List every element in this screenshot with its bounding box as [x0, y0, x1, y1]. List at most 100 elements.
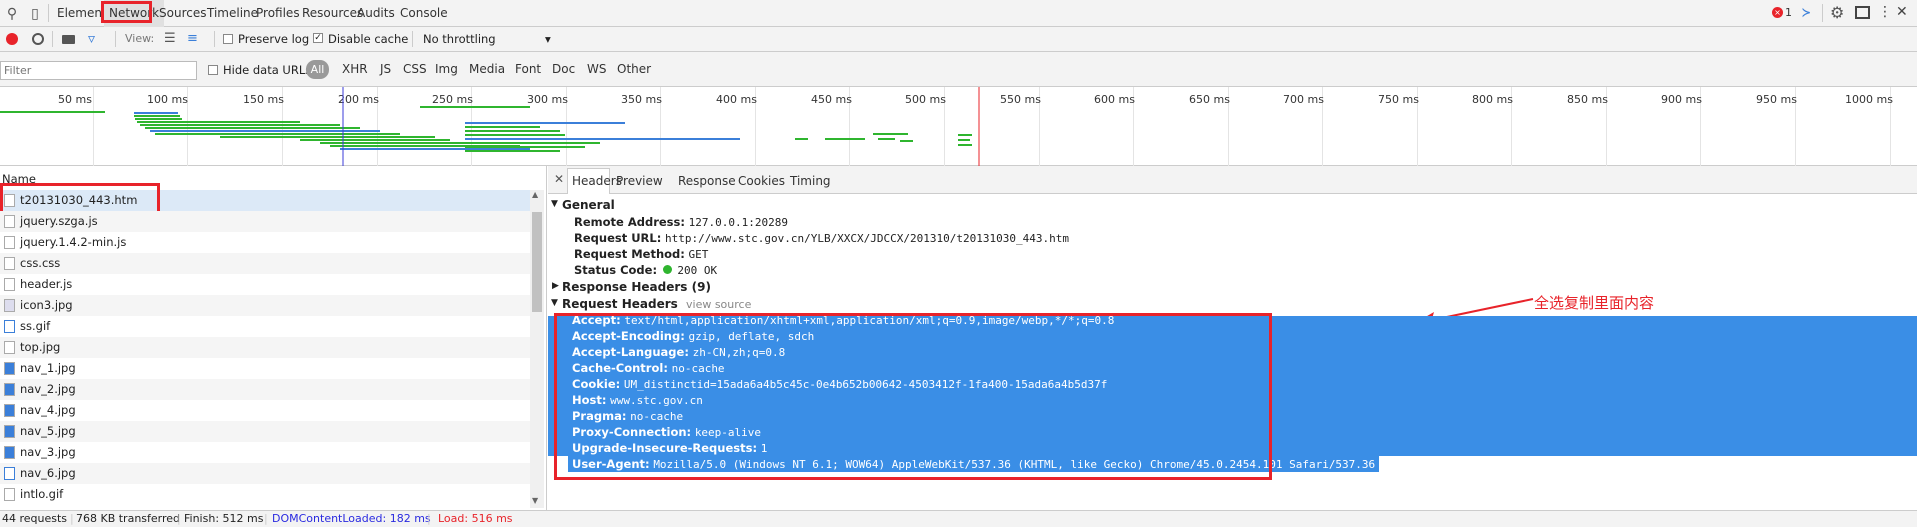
- inspect-search-icon[interactable]: ⚲: [3, 5, 21, 23]
- request-row[interactable]: nav_6.jpg: [0, 463, 530, 484]
- request-row[interactable]: nav_4.jpg: [0, 400, 530, 421]
- large-rows-icon[interactable]: ☰: [164, 31, 176, 46]
- more-menu-icon[interactable]: ⋮: [1878, 4, 1892, 20]
- request-list: Name t20131030_443.htm jquery.szga.js jq…: [0, 166, 547, 511]
- close-devtools-icon[interactable]: ✕: [1896, 4, 1908, 20]
- error-count: 1: [1785, 6, 1792, 19]
- tab-headers[interactable]: Headers: [572, 174, 622, 188]
- divider: [412, 31, 413, 47]
- request-row[interactable]: nav_5.jpg: [0, 421, 530, 442]
- settings-gear-icon[interactable]: ⚙: [1830, 3, 1844, 22]
- filter-type-xhr[interactable]: XHR: [342, 62, 368, 76]
- header-key: Request URL:: [574, 231, 662, 245]
- console-drawer-icon[interactable]: ≻: [1802, 5, 1810, 21]
- response-headers-title[interactable]: Response Headers (9): [562, 280, 711, 294]
- filter-type-other[interactable]: Other: [617, 62, 651, 76]
- filter-bar: Hide data URLs All XHR JS CSS Img Media …: [0, 52, 1917, 87]
- request-name: nav_6.jpg: [20, 466, 76, 480]
- tab-cookies[interactable]: Cookies: [738, 174, 785, 188]
- request-row[interactable]: jquery.szga.js: [0, 211, 530, 232]
- filter-funnel-icon[interactable]: ▿: [88, 31, 95, 47]
- filter-type-js[interactable]: JS: [380, 62, 391, 76]
- view-source-link[interactable]: view source: [686, 298, 751, 311]
- expand-general-icon[interactable]: ▼: [551, 199, 558, 209]
- request-row[interactable]: header.js: [0, 274, 530, 295]
- overview-waterfall-icon[interactable]: ≡: [187, 31, 198, 46]
- capture-screenshots-icon[interactable]: [62, 35, 75, 44]
- tab-response[interactable]: Response: [678, 174, 736, 188]
- general-row: Request URL: http://www.stc.gov.cn/YLB/X…: [574, 231, 1069, 245]
- expand-response-headers-icon[interactable]: ▶: [552, 281, 559, 291]
- device-mode-icon[interactable]: ▯: [26, 5, 44, 23]
- request-headers-title[interactable]: Request Headers: [562, 297, 678, 311]
- view-label: View:: [125, 32, 155, 45]
- expand-request-headers-icon[interactable]: ▼: [551, 298, 558, 308]
- filter-type-img[interactable]: Img: [435, 62, 458, 76]
- disable-cache-checkbox[interactable]: ✓: [313, 33, 323, 43]
- throttling-value: No throttling: [423, 32, 496, 46]
- hide-data-urls-checkbox[interactable]: [208, 64, 218, 78]
- header-key: Request Method:: [574, 247, 685, 261]
- scrollbar-thumb[interactable]: [532, 212, 542, 312]
- general-row: Remote Address: 127.0.0.1:20289: [574, 215, 788, 229]
- request-name: ss.gif: [20, 319, 51, 333]
- scroll-down-icon[interactable]: ▼: [532, 496, 538, 505]
- general-section-title[interactable]: General: [562, 198, 615, 212]
- filter-input[interactable]: [0, 61, 197, 80]
- request-row[interactable]: ss.gif: [0, 316, 530, 337]
- request-row[interactable]: css.css: [0, 253, 530, 274]
- status-bar: 44 requests | 768 KB transferred | Finis…: [0, 510, 1917, 527]
- request-name: header.js: [20, 277, 73, 291]
- filter-type-all[interactable]: All: [306, 60, 329, 79]
- error-icon[interactable]: ×: [1772, 7, 1783, 18]
- preserve-log-checkbox[interactable]: [223, 33, 233, 47]
- request-name: intlo.gif: [20, 487, 64, 501]
- scroll-up-icon[interactable]: ▲: [532, 190, 538, 199]
- tab-preview[interactable]: Preview: [616, 174, 663, 188]
- header-value: http://www.stc.gov.cn/YLB/XXCX/JDCCX/201…: [665, 232, 1069, 245]
- preserve-log-label: Preserve log: [238, 32, 310, 46]
- tab-audits[interactable]: Audits: [352, 0, 400, 27]
- record-icon[interactable]: [6, 33, 18, 45]
- request-row[interactable]: nav_2.jpg: [0, 379, 530, 400]
- throttling-select[interactable]: No throttling ▾: [423, 32, 558, 46]
- devtools-tabbar: ⚲ ▯ Elements Network Sources Timeline Pr…: [0, 0, 1917, 27]
- divider: [1822, 4, 1823, 22]
- filter-type-doc[interactable]: Doc: [552, 62, 575, 76]
- request-name: nav_1.jpg: [20, 361, 76, 375]
- divider: [214, 31, 215, 47]
- timeline-overview[interactable]: 50 ms 100 ms 150 ms 200 ms 250 ms 300 ms…: [0, 87, 1917, 166]
- request-count: 44 requests: [2, 512, 68, 525]
- dock-side-icon[interactable]: [1855, 6, 1870, 19]
- clear-icon[interactable]: [32, 33, 44, 45]
- tab-timing[interactable]: Timing: [790, 174, 831, 188]
- request-row[interactable]: nav_3.jpg: [0, 442, 530, 463]
- close-details-icon[interactable]: ✕: [554, 172, 564, 186]
- request-row[interactable]: jquery.1.4.2-min.js: [0, 232, 530, 253]
- transferred-size: 768 KB transferred: [76, 512, 181, 525]
- request-name: jquery.1.4.2-min.js: [20, 235, 127, 249]
- request-name: icon3.jpg: [20, 298, 73, 312]
- request-name: nav_5.jpg: [20, 424, 76, 438]
- load-time: Load: 516 ms: [438, 512, 513, 525]
- filter-type-font[interactable]: Font: [515, 62, 541, 76]
- request-row[interactable]: icon3.jpg: [0, 295, 530, 316]
- filter-type-ws[interactable]: WS: [587, 62, 606, 76]
- request-row[interactable]: top.jpg: [0, 337, 530, 358]
- general-row: Status Code: 200 OK: [574, 263, 717, 277]
- request-row[interactable]: intlo.gif: [0, 484, 530, 505]
- request-name: jquery.szga.js: [20, 214, 98, 228]
- tab-console[interactable]: Console: [395, 0, 453, 27]
- timeline-waterfall-bars: [0, 87, 980, 166]
- request-list-scrollbar[interactable]: ▲ ▼: [530, 190, 544, 508]
- header-value: GET: [688, 248, 709, 261]
- header-key: Remote Address:: [574, 215, 685, 229]
- request-row[interactable]: nav_1.jpg: [0, 358, 530, 379]
- filter-type-css[interactable]: CSS: [403, 62, 427, 76]
- filter-type-media[interactable]: Media: [469, 62, 505, 76]
- finish-time: Finish: 512 ms: [184, 512, 264, 525]
- request-headers-highlight: [554, 313, 1272, 480]
- domcontentloaded-time: DOMContentLoaded: 182 ms: [272, 512, 431, 525]
- divider: [115, 31, 116, 47]
- status-ok-dot-icon: [662, 265, 672, 274]
